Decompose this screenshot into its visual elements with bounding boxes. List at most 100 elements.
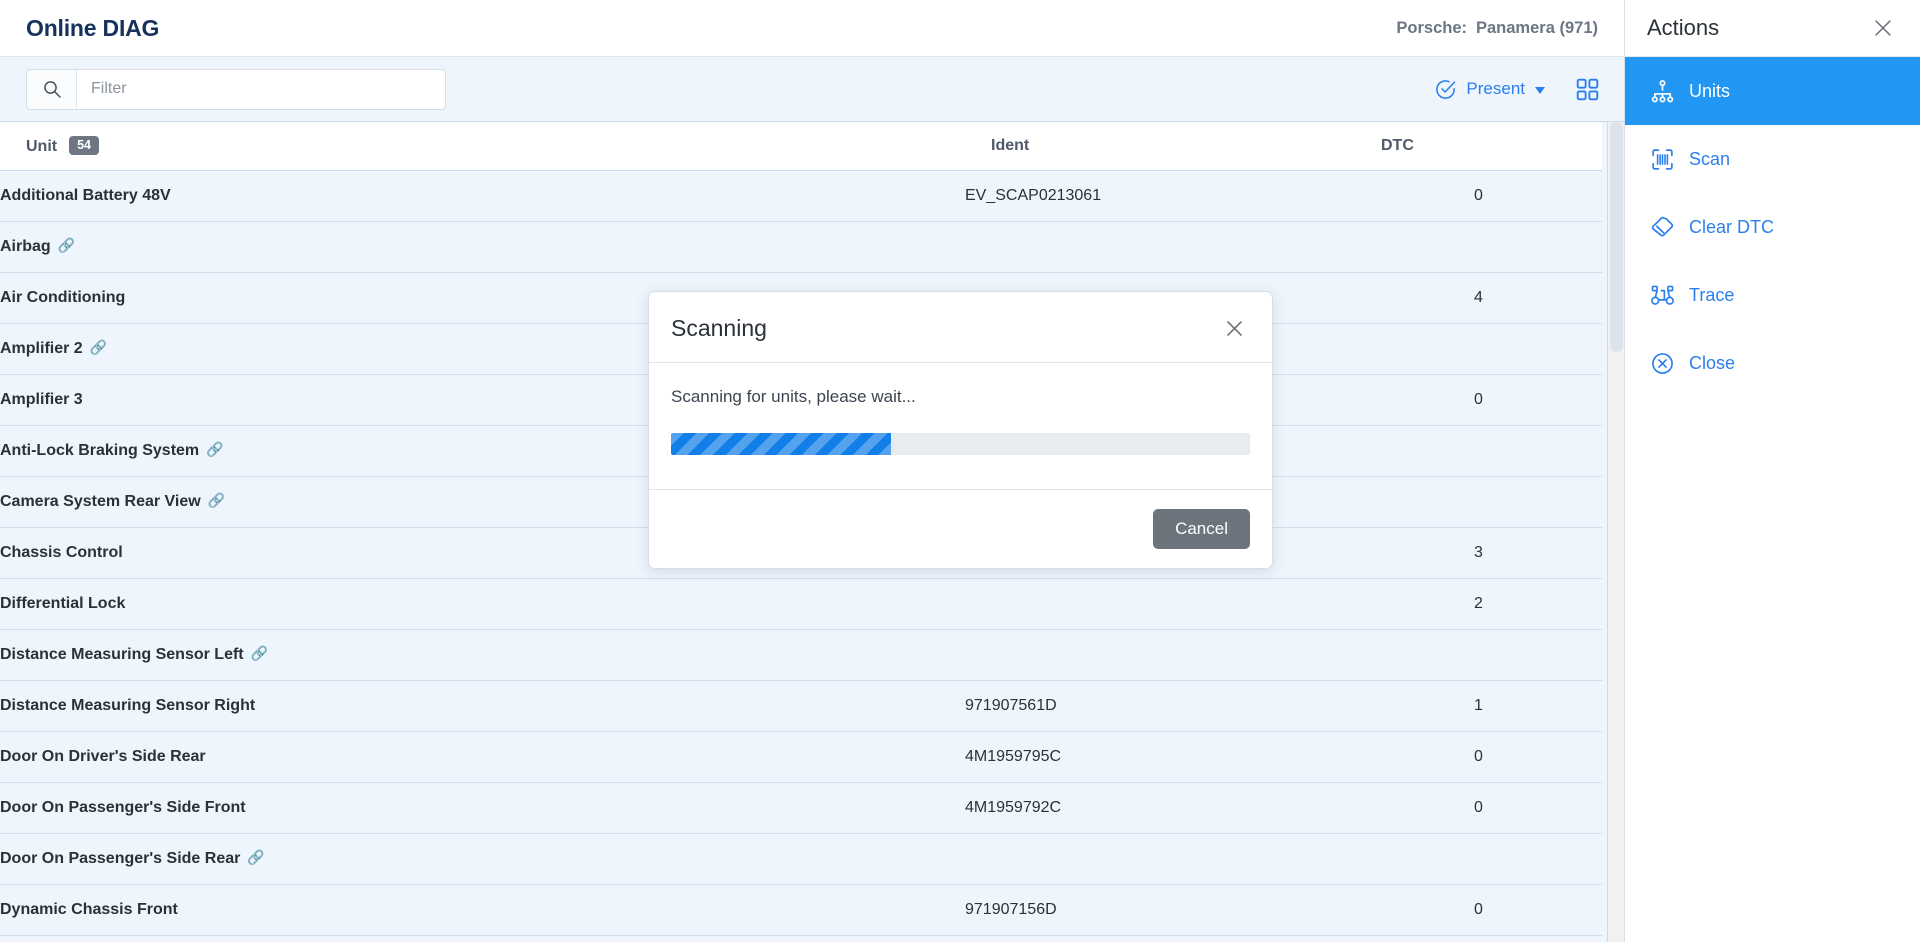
cancel-button[interactable]: Cancel [1153, 509, 1250, 549]
cell-dtc: 2 [1355, 578, 1602, 630]
cell-unit: Door On Passenger's Side Rear 🔗 [0, 833, 965, 885]
table-row[interactable]: Door On Driver's Side Rear 4M1959795C 0 [0, 731, 1602, 783]
unit-link[interactable]: Differential Lock [0, 595, 125, 612]
action-item-trace[interactable]: Trace [1625, 261, 1920, 329]
cell-dtc: 4 [1355, 272, 1602, 324]
close-icon [1872, 17, 1894, 39]
unit-link[interactable]: Door On Driver's Side Rear [0, 748, 206, 765]
cell-dtc: 0 [1355, 884, 1602, 936]
unit-link[interactable]: Airbag [0, 238, 51, 255]
cell-unit: Distance Measuring Sensor Right [0, 680, 965, 732]
link-icon[interactable]: 🔗 [247, 850, 264, 866]
unit-link[interactable]: Amplifier 2 [0, 340, 83, 357]
cell-ident: 4M1959792C [965, 782, 1355, 834]
link-icon[interactable]: 🔗 [251, 646, 268, 662]
binoculars-icon [1649, 282, 1675, 308]
cell-unit: Distance Measuring Sensor Left 🔗 [0, 629, 965, 681]
grid-view-button[interactable] [1573, 75, 1602, 104]
table-row[interactable]: Distance Measuring Sensor Right 971907561… [0, 680, 1602, 732]
cell-ident: 971907561D [965, 680, 1355, 732]
barcode-scan-icon [1649, 146, 1675, 172]
cell-dtc [1355, 476, 1602, 528]
action-item-label: Scan [1689, 148, 1731, 169]
action-item-units[interactable]: Units [1625, 57, 1920, 125]
action-item-clear-dtc[interactable]: Clear DTC [1625, 193, 1920, 261]
cell-ident: 971907156D [965, 884, 1355, 936]
unit-link[interactable]: Dynamic Chassis Front [0, 901, 178, 918]
column-header-dtc[interactable]: DTC [1355, 122, 1602, 171]
action-item-scan[interactable]: Scan [1625, 125, 1920, 193]
cell-unit: Additional Battery 48V [0, 170, 965, 222]
unit-count-badge: 54 [69, 135, 100, 156]
cell-dtc: 1 [1355, 680, 1602, 732]
chevron-down-icon [1535, 87, 1545, 94]
unit-link[interactable]: Door On Passenger's Side Front [0, 799, 246, 816]
link-icon[interactable]: 🔗 [208, 493, 225, 509]
units-hierarchy-icon [1649, 78, 1675, 104]
table-vertical-scrollbar[interactable] [1607, 122, 1624, 942]
search-input[interactable] [77, 69, 445, 109]
cell-unit: Dynamic Chassis Front [0, 884, 965, 936]
table-toolbar: Present [0, 57, 1624, 122]
link-icon[interactable]: 🔗 [206, 442, 223, 458]
main-content-area: Online DIAG Porsche: Panamera (971) Filt… [0, 0, 1624, 942]
scan-progress-track [671, 433, 1250, 455]
eraser-icon [1649, 214, 1675, 240]
column-header-unit[interactable]: Unit 54 [0, 122, 965, 171]
actions-panel-title: Actions [1647, 15, 1720, 40]
cell-dtc [1355, 629, 1602, 681]
unit-link[interactable]: Anti-Lock Braking System [0, 442, 199, 459]
action-item-close[interactable]: Close [1625, 329, 1920, 397]
cell-ident [965, 629, 1355, 681]
dialog-footer: Cancel [649, 490, 1272, 568]
app-root: Online DIAG Porsche: Panamera (971) Filt… [0, 0, 1920, 942]
cell-unit: Differential Lock [0, 578, 965, 630]
action-item-label: Close [1689, 352, 1736, 373]
action-item-label: Units [1689, 80, 1731, 101]
table-row[interactable]: Differential Lock 2 [0, 578, 1602, 630]
link-icon[interactable]: 🔗 [58, 238, 75, 254]
filter-field-wrapper[interactable] [26, 68, 446, 110]
scan-progress-bar [671, 433, 892, 455]
toolbar-actions: Present [1434, 75, 1602, 104]
unit-link[interactable]: Air Conditioning [0, 289, 125, 306]
cell-dtc: 0 [1355, 731, 1602, 783]
unit-link[interactable]: Camera System Rear View [0, 493, 201, 510]
column-header-ident[interactable]: Ident [965, 122, 1355, 171]
action-item-label: Trace [1689, 284, 1735, 305]
unit-link[interactable]: Additional Battery 48V [0, 187, 171, 204]
vehicle-info: Porsche: Panamera (971) [1396, 19, 1598, 38]
actions-panel-close-button[interactable] [1868, 13, 1898, 43]
unit-link[interactable]: Door On Passenger's Side Rear [0, 850, 240, 867]
unit-link[interactable]: Amplifier 3 [0, 391, 83, 408]
cell-unit: Door On Driver's Side Rear [0, 731, 965, 783]
table-scrollbar-thumb[interactable] [1610, 122, 1623, 352]
unit-link[interactable]: Distance Measuring Sensor Right [0, 697, 255, 714]
present-dropdown-button[interactable]: Present [1434, 78, 1545, 101]
table-row[interactable]: Additional Battery 48V EV_SCAP0213061 0 [0, 170, 1602, 222]
vehicle-model: Panamera (971) [1476, 18, 1598, 37]
dialog-close-button[interactable] [1218, 312, 1250, 344]
table-row[interactable]: Airbag 🔗 [0, 221, 1602, 273]
cell-dtc [1355, 425, 1602, 477]
actions-panel: Actions Units Scan Clear DTC Trace Close [1624, 0, 1920, 942]
unit-link[interactable]: Chassis Control [0, 544, 123, 561]
cell-ident [965, 221, 1355, 273]
cell-dtc [1355, 833, 1602, 885]
table-row[interactable]: Dynamic Chassis Front 971907156D 0 [0, 884, 1602, 936]
cell-dtc: 0 [1355, 170, 1602, 222]
action-item-label: Clear DTC [1689, 216, 1775, 237]
table-row[interactable]: Door On Passenger's Side Front 4M1959792C… [0, 782, 1602, 834]
close-circle-icon [1649, 350, 1675, 376]
link-icon[interactable]: 🔗 [90, 340, 107, 356]
dialog-body: Scanning for units, please wait... [649, 363, 1272, 490]
dialog-title: Scanning [671, 314, 767, 341]
actions-panel-header: Actions [1625, 0, 1920, 57]
unit-link[interactable]: Distance Measuring Sensor Left [0, 646, 244, 663]
cell-dtc: 0 [1355, 782, 1602, 834]
table-row[interactable]: Distance Measuring Sensor Left 🔗 [0, 629, 1602, 681]
table-row[interactable]: Door On Passenger's Side Rear 🔗 [0, 833, 1602, 885]
cell-unit: Airbag 🔗 [0, 221, 965, 273]
vehicle-make: Porsche: [1396, 18, 1467, 37]
present-label: Present [1466, 79, 1525, 98]
